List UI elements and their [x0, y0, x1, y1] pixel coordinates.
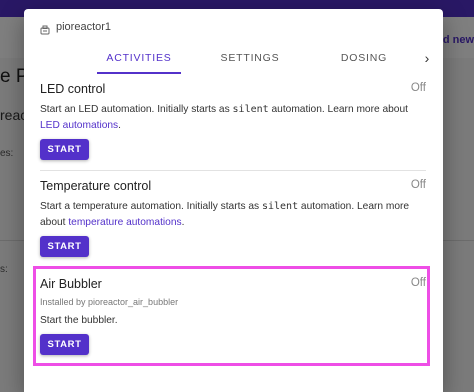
dialog-header: pioreactor1 [40, 21, 112, 35]
description-text: . [118, 120, 121, 131]
temperature-control-section: Temperature control Off Start a temperat… [40, 179, 426, 269]
automation-name-code: silent [232, 104, 269, 115]
start-led-button[interactable]: START [40, 139, 89, 160]
section-description: Start an LED automation. Initially start… [40, 102, 426, 134]
led-control-section: LED control Off Start an LED automation.… [40, 82, 426, 172]
description-text: . [181, 217, 185, 228]
unit-name: pioreactor1 [56, 21, 112, 33]
status-badge: Off [410, 179, 426, 191]
tab-scroll-right-icon[interactable]: › [420, 42, 434, 74]
highlight-box [33, 266, 430, 366]
description-text: Start a temperature automation. Initiall… [40, 201, 262, 212]
status-badge: Off [410, 82, 426, 94]
section-description: Start a temperature automation. Initiall… [40, 199, 426, 231]
active-tab-indicator [97, 72, 181, 74]
automation-name-code: silent [261, 201, 299, 212]
tab-settings[interactable]: SETTINGS [210, 42, 290, 74]
description-text: Start an LED automation. Initially start… [40, 104, 233, 115]
led-automations-link[interactable]: LED automations [40, 120, 118, 131]
section-title: LED control [40, 82, 106, 96]
tab-dosing[interactable]: DOSING [328, 42, 400, 74]
tab-bar: ACTIVITIES SETTINGS DOSING › [40, 42, 433, 76]
temperature-automations-link[interactable]: temperature automations [68, 217, 181, 228]
tab-activities[interactable]: ACTIVITIES [97, 42, 181, 74]
description-text: automation. Learn more about [268, 104, 408, 115]
section-title: Temperature control [40, 179, 152, 193]
pioreactor-unit-icon [40, 22, 50, 35]
section-divider [40, 170, 426, 171]
start-temperature-button[interactable]: START [40, 236, 89, 257]
